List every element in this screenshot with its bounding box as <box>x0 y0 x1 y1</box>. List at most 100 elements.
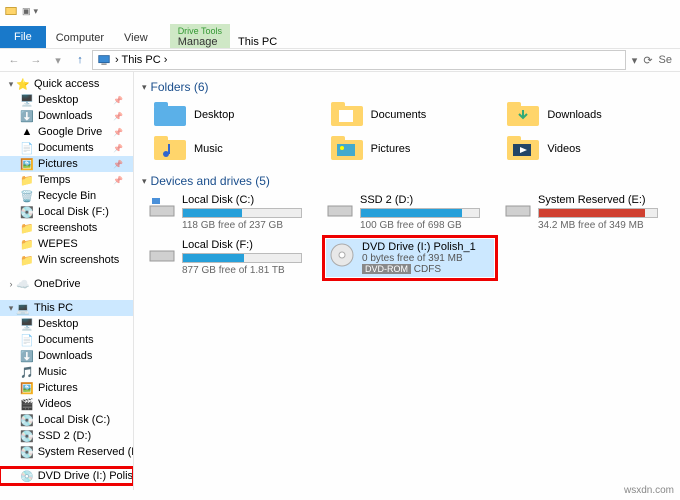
sidebar-pc-pictures[interactable]: 🖼️Pictures <box>0 380 133 396</box>
navigation-pane: ▾ ⭐ Quick access 🖥️Desktop ⬇️Downloads ▲… <box>0 72 134 490</box>
sidebar-pc-videos[interactable]: 🎬Videos <box>0 396 133 412</box>
folder-icon: 📁 <box>20 237 34 251</box>
usage-bar <box>182 253 302 263</box>
sidebar-item-winscreenshots[interactable]: 📁Win screenshots <box>0 252 133 268</box>
music-folder-icon <box>152 134 188 164</box>
sidebar-item-desktop[interactable]: 🖥️Desktop <box>0 92 133 108</box>
app-icon <box>4 4 18 18</box>
sidebar-item-localdisk-f[interactable]: 💽Local Disk (F:) <box>0 204 133 220</box>
folder-pictures[interactable]: Pictures <box>329 134 496 164</box>
drive-icon: 💽 <box>20 429 34 443</box>
onedrive-icon: ☁️ <box>16 277 30 291</box>
drive-local-f[interactable]: Local Disk (F:) 877 GB free of 1.81 TB <box>148 239 316 277</box>
usage-bar <box>538 208 658 218</box>
content-pane: ▾ Folders (6) Desktop Documents Download… <box>134 72 680 490</box>
sidebar-item-documents[interactable]: 📄Documents <box>0 140 133 156</box>
sidebar-item-wepes[interactable]: 📁WEPES <box>0 236 133 252</box>
nav-back-button[interactable]: ← <box>4 50 24 70</box>
hdd-icon <box>326 194 354 222</box>
tab-manage[interactable]: Manage <box>178 36 222 48</box>
group-folders[interactable]: ▾ Folders (6) <box>142 80 672 94</box>
sidebar-pc-music[interactable]: 🎵Music <box>0 364 133 380</box>
drive-local-c[interactable]: Local Disk (C:) 118 GB free of 237 GB <box>148 194 316 231</box>
sidebar-item-temps[interactable]: 📁Temps <box>0 172 133 188</box>
caret-down-icon[interactable]: ▾ <box>6 79 16 90</box>
window-title: This PC <box>238 36 277 48</box>
desktop-folder-icon <box>152 100 188 130</box>
pictures-icon: 🖼️ <box>20 381 34 395</box>
contextual-tab-drive-tools[interactable]: Drive Tools Manage <box>170 24 230 48</box>
sidebar-this-pc[interactable]: ▾💻This PC <box>0 300 133 316</box>
folder-videos[interactable]: Videos <box>505 134 672 164</box>
dvd-rom-tag: DVD-ROM <box>362 264 411 274</box>
sidebar-pc-dvd[interactable]: 💿DVD Drive (I:) Polish <box>0 468 133 484</box>
folder-icon: 📁 <box>20 221 34 235</box>
sidebar-item-googledrive[interactable]: ▲Google Drive <box>0 124 133 140</box>
videos-folder-icon <box>505 134 541 164</box>
caret-right-icon[interactable]: › <box>6 279 16 289</box>
pictures-folder-icon <box>329 134 365 164</box>
drive-icon: 💽 <box>20 413 34 427</box>
tab-file[interactable]: File <box>0 26 46 48</box>
qat-dropdown-icon[interactable]: ▾ <box>34 6 39 17</box>
sidebar-item-screenshots[interactable]: 📁screenshots <box>0 220 133 236</box>
sidebar-pc-desktop[interactable]: 🖥️Desktop <box>0 316 133 332</box>
usage-bar <box>360 208 480 218</box>
caret-down-icon[interactable]: ▾ <box>6 303 16 314</box>
hdd-icon <box>148 239 176 267</box>
caret-down-icon[interactable]: ▾ <box>142 82 147 93</box>
sidebar-quick-access[interactable]: ▾ ⭐ Quick access <box>0 76 133 92</box>
breadcrumb[interactable]: › This PC › <box>92 50 626 70</box>
folder-desktop[interactable]: Desktop <box>152 100 319 130</box>
folder-downloads[interactable]: Downloads <box>505 100 672 130</box>
sidebar-item-pictures[interactable]: 🖼️Pictures <box>0 156 133 172</box>
desktop-icon: 🖥️ <box>20 317 34 331</box>
hdd-icon <box>504 194 532 222</box>
attribution: wsxdn.com <box>624 485 674 496</box>
refresh-icon[interactable]: ⟳ <box>643 54 652 67</box>
nav-recent-dropdown[interactable]: ▾ <box>48 50 68 70</box>
folder-icon: 📁 <box>20 173 34 187</box>
folder-music[interactable]: Music <box>152 134 319 164</box>
sidebar-pc-ssd2[interactable]: 💽SSD 2 (D:) <box>0 428 133 444</box>
ribbon: File Computer View Drive Tools Manage Th… <box>0 22 680 48</box>
hdd-icon <box>148 194 176 222</box>
drive-sysreserved[interactable]: System Reserved (E:) 34.2 MB free of 349… <box>504 194 672 231</box>
drive-dvd[interactable]: DVD Drive (I:) Polish_1 0 bytes free of … <box>326 239 494 277</box>
dvd-icon: 💿 <box>20 469 34 483</box>
nav-up-button[interactable]: ↑ <box>70 50 90 70</box>
group-drives[interactable]: ▾ Devices and drives (5) <box>142 174 672 188</box>
sidebar-pc-sysreserved[interactable]: 💽System Reserved (E:) <box>0 444 133 460</box>
sidebar-item-downloads[interactable]: ⬇️Downloads <box>0 108 133 124</box>
downloads-icon: ⬇️ <box>20 349 34 363</box>
caret-down-icon[interactable]: ▾ <box>142 176 147 187</box>
downloads-folder-icon <box>505 100 541 130</box>
videos-icon: 🎬 <box>20 397 34 411</box>
sidebar-onedrive[interactable]: ›☁️OneDrive <box>0 276 133 292</box>
sidebar-item-recyclebin[interactable]: 🗑️Recycle Bin <box>0 188 133 204</box>
sidebar-pc-documents[interactable]: 📄Documents <box>0 332 133 348</box>
desktop-icon: 🖥️ <box>20 93 34 107</box>
dvd-disc-icon <box>328 241 356 269</box>
nav-forward-button[interactable]: → <box>26 50 46 70</box>
pc-icon <box>97 53 111 67</box>
star-icon: ⭐ <box>16 77 30 91</box>
documents-icon: 📄 <box>20 141 34 155</box>
quick-access-toolbar: ▣ ▾ <box>22 6 38 17</box>
sidebar-pc-downloads[interactable]: ⬇️Downloads <box>0 348 133 364</box>
drive-ssd2[interactable]: SSD 2 (D:) 100 GB free of 698 GB <box>326 194 494 231</box>
tab-computer[interactable]: Computer <box>46 28 114 48</box>
qat-props-icon[interactable]: ▣ <box>22 6 31 17</box>
drive-icon: 💽 <box>20 205 34 219</box>
dropdown-icon[interactable]: ▾ <box>632 54 638 67</box>
sidebar-pc-localdisk-c[interactable]: 💽Local Disk (C:) <box>0 412 133 428</box>
search-label[interactable]: Se <box>659 54 672 67</box>
pictures-icon: 🖼️ <box>20 157 34 171</box>
tab-view[interactable]: View <box>114 28 158 48</box>
breadcrumb-text: › This PC › <box>115 54 167 66</box>
gdrive-icon: ▲ <box>20 125 34 139</box>
context-group-label: Drive Tools <box>178 26 222 36</box>
pc-icon: 💻 <box>16 301 30 315</box>
folder-icon: 📁 <box>20 253 34 267</box>
folder-documents[interactable]: Documents <box>329 100 496 130</box>
